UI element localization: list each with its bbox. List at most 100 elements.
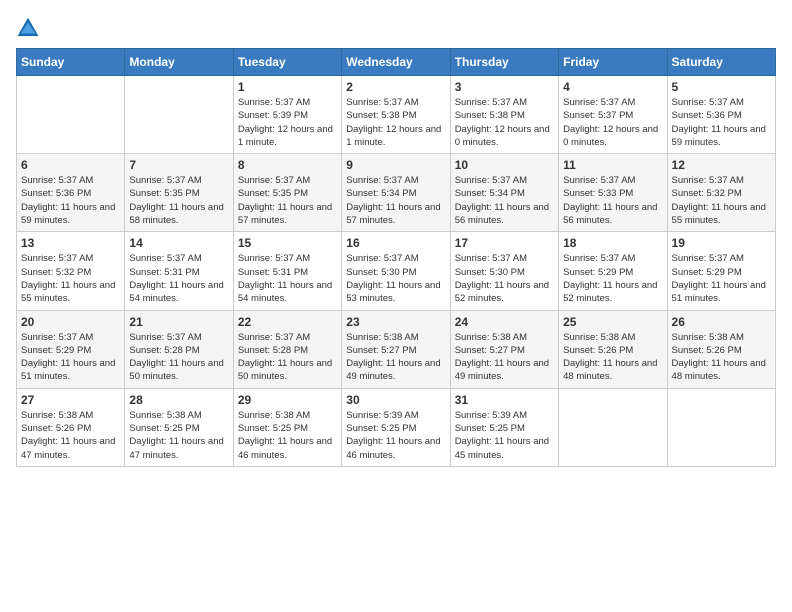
- day-number: 3: [455, 80, 554, 94]
- day-number: 1: [238, 80, 337, 94]
- day-number: 9: [346, 158, 445, 172]
- calendar-cell: [17, 76, 125, 154]
- day-number: 17: [455, 236, 554, 250]
- day-info: Sunrise: 5:37 AMSunset: 5:35 PMDaylight:…: [129, 174, 228, 227]
- column-header-monday: Monday: [125, 49, 233, 76]
- calendar-cell: 11 Sunrise: 5:37 AMSunset: 5:33 PMDayligh…: [559, 154, 667, 232]
- day-info: Sunrise: 5:37 AMSunset: 5:29 PMDaylight:…: [563, 252, 662, 305]
- day-number: 20: [21, 315, 120, 329]
- day-number: 22: [238, 315, 337, 329]
- day-number: 14: [129, 236, 228, 250]
- day-info: Sunrise: 5:38 AMSunset: 5:27 PMDaylight:…: [346, 331, 445, 384]
- day-info: Sunrise: 5:37 AMSunset: 5:39 PMDaylight:…: [238, 96, 337, 149]
- day-number: 25: [563, 315, 662, 329]
- day-info: Sunrise: 5:38 AMSunset: 5:25 PMDaylight:…: [129, 409, 228, 462]
- calendar-cell: 27 Sunrise: 5:38 AMSunset: 5:26 PMDayligh…: [17, 388, 125, 466]
- column-header-tuesday: Tuesday: [233, 49, 341, 76]
- calendar-cell: 24Sunrise: 5:38 AMSunset: 5:27 PMDayligh…: [450, 310, 558, 388]
- calendar-week-2: 6 Sunrise: 5:37 AMSunset: 5:36 PMDaylight…: [17, 154, 776, 232]
- day-number: 28: [129, 393, 228, 407]
- calendar-cell: 15 Sunrise: 5:37 AMSunset: 5:31 PMDayligh…: [233, 232, 341, 310]
- day-info: Sunrise: 5:37 AMSunset: 5:36 PMDaylight:…: [21, 174, 120, 227]
- calendar-cell: 2 Sunrise: 5:37 AMSunset: 5:38 PMDaylight…: [342, 76, 450, 154]
- calendar-cell: 20 Sunrise: 5:37 AMSunset: 5:29 PMDayligh…: [17, 310, 125, 388]
- calendar-cell: 26 Sunrise: 5:38 AMSunset: 5:26 PMDayligh…: [667, 310, 775, 388]
- day-number: 13: [21, 236, 120, 250]
- calendar-cell: 22 Sunrise: 5:37 AMSunset: 5:28 PMDayligh…: [233, 310, 341, 388]
- day-number: 21: [129, 315, 228, 329]
- day-info: Sunrise: 5:38 AMSunset: 5:27 PMDaylight:…: [455, 331, 554, 384]
- day-number: 23: [346, 315, 445, 329]
- day-info: Sunrise: 5:37 AMSunset: 5:37 PMDaylight:…: [563, 96, 662, 149]
- calendar-cell: 31 Sunrise: 5:39 AMSunset: 5:25 PMDayligh…: [450, 388, 558, 466]
- day-number: 10: [455, 158, 554, 172]
- day-info: Sunrise: 5:37 AMSunset: 5:36 PMDaylight:…: [672, 96, 771, 149]
- day-number: 16: [346, 236, 445, 250]
- calendar-cell: 13 Sunrise: 5:37 AMSunset: 5:32 PMDayligh…: [17, 232, 125, 310]
- day-info: Sunrise: 5:37 AMSunset: 5:32 PMDaylight:…: [21, 252, 120, 305]
- day-info: Sunrise: 5:39 AMSunset: 5:25 PMDaylight:…: [346, 409, 445, 462]
- calendar-cell: 7 Sunrise: 5:37 AMSunset: 5:35 PMDaylight…: [125, 154, 233, 232]
- day-number: 29: [238, 393, 337, 407]
- calendar-cell: 1 Sunrise: 5:37 AMSunset: 5:39 PMDaylight…: [233, 76, 341, 154]
- day-info: Sunrise: 5:38 AMSunset: 5:26 PMDaylight:…: [563, 331, 662, 384]
- calendar-cell: 14 Sunrise: 5:37 AMSunset: 5:31 PMDayligh…: [125, 232, 233, 310]
- day-info: Sunrise: 5:39 AMSunset: 5:25 PMDaylight:…: [455, 409, 554, 462]
- day-info: Sunrise: 5:37 AMSunset: 5:29 PMDaylight:…: [672, 252, 771, 305]
- day-number: 27: [21, 393, 120, 407]
- calendar-header-row: SundayMondayTuesdayWednesdayThursdayFrid…: [17, 49, 776, 76]
- day-info: Sunrise: 5:37 AMSunset: 5:30 PMDaylight:…: [455, 252, 554, 305]
- calendar-week-3: 13 Sunrise: 5:37 AMSunset: 5:32 PMDayligh…: [17, 232, 776, 310]
- day-number: 7: [129, 158, 228, 172]
- calendar-cell: [559, 388, 667, 466]
- calendar-cell: 30 Sunrise: 5:39 AMSunset: 5:25 PMDayligh…: [342, 388, 450, 466]
- logo: [16, 16, 44, 40]
- day-number: 19: [672, 236, 771, 250]
- calendar-cell: 10Sunrise: 5:37 AMSunset: 5:34 PMDayligh…: [450, 154, 558, 232]
- calendar-cell: [667, 388, 775, 466]
- calendar-week-4: 20 Sunrise: 5:37 AMSunset: 5:29 PMDayligh…: [17, 310, 776, 388]
- day-info: Sunrise: 5:38 AMSunset: 5:25 PMDaylight:…: [238, 409, 337, 462]
- calendar-cell: 8 Sunrise: 5:37 AMSunset: 5:35 PMDaylight…: [233, 154, 341, 232]
- calendar-cell: 18 Sunrise: 5:37 AMSunset: 5:29 PMDayligh…: [559, 232, 667, 310]
- day-number: 18: [563, 236, 662, 250]
- day-number: 30: [346, 393, 445, 407]
- calendar-table: SundayMondayTuesdayWednesdayThursdayFrid…: [16, 48, 776, 467]
- day-info: Sunrise: 5:37 AMSunset: 5:28 PMDaylight:…: [129, 331, 228, 384]
- day-info: Sunrise: 5:37 AMSunset: 5:31 PMDaylight:…: [238, 252, 337, 305]
- day-number: 4: [563, 80, 662, 94]
- day-info: Sunrise: 5:37 AMSunset: 5:38 PMDaylight:…: [346, 96, 445, 149]
- day-info: Sunrise: 5:38 AMSunset: 5:26 PMDaylight:…: [672, 331, 771, 384]
- day-info: Sunrise: 5:37 AMSunset: 5:31 PMDaylight:…: [129, 252, 228, 305]
- day-number: 2: [346, 80, 445, 94]
- column-header-thursday: Thursday: [450, 49, 558, 76]
- calendar-cell: 25 Sunrise: 5:38 AMSunset: 5:26 PMDayligh…: [559, 310, 667, 388]
- page-header: [16, 16, 776, 40]
- column-header-sunday: Sunday: [17, 49, 125, 76]
- calendar-cell: 5Sunrise: 5:37 AMSunset: 5:36 PMDaylight…: [667, 76, 775, 154]
- day-number: 15: [238, 236, 337, 250]
- calendar-cell: 19 Sunrise: 5:37 AMSunset: 5:29 PMDayligh…: [667, 232, 775, 310]
- column-header-friday: Friday: [559, 49, 667, 76]
- day-info: Sunrise: 5:37 AMSunset: 5:33 PMDaylight:…: [563, 174, 662, 227]
- day-info: Sunrise: 5:37 AMSunset: 5:38 PMDaylight:…: [455, 96, 554, 149]
- calendar-cell: 16Sunrise: 5:37 AMSunset: 5:30 PMDayligh…: [342, 232, 450, 310]
- day-number: 6: [21, 158, 120, 172]
- day-info: Sunrise: 5:37 AMSunset: 5:35 PMDaylight:…: [238, 174, 337, 227]
- calendar-cell: 28 Sunrise: 5:38 AMSunset: 5:25 PMDayligh…: [125, 388, 233, 466]
- day-number: 26: [672, 315, 771, 329]
- day-info: Sunrise: 5:37 AMSunset: 5:28 PMDaylight:…: [238, 331, 337, 384]
- day-info: Sunrise: 5:38 AMSunset: 5:26 PMDaylight:…: [21, 409, 120, 462]
- day-number: 8: [238, 158, 337, 172]
- calendar-cell: 3 Sunrise: 5:37 AMSunset: 5:38 PMDaylight…: [450, 76, 558, 154]
- calendar-cell: [125, 76, 233, 154]
- calendar-cell: 23 Sunrise: 5:38 AMSunset: 5:27 PMDayligh…: [342, 310, 450, 388]
- day-number: 31: [455, 393, 554, 407]
- day-number: 12: [672, 158, 771, 172]
- column-header-saturday: Saturday: [667, 49, 775, 76]
- column-header-wednesday: Wednesday: [342, 49, 450, 76]
- calendar-cell: 29 Sunrise: 5:38 AMSunset: 5:25 PMDayligh…: [233, 388, 341, 466]
- day-info: Sunrise: 5:37 AMSunset: 5:29 PMDaylight:…: [21, 331, 120, 384]
- calendar-cell: 21 Sunrise: 5:37 AMSunset: 5:28 PMDayligh…: [125, 310, 233, 388]
- day-number: 11: [563, 158, 662, 172]
